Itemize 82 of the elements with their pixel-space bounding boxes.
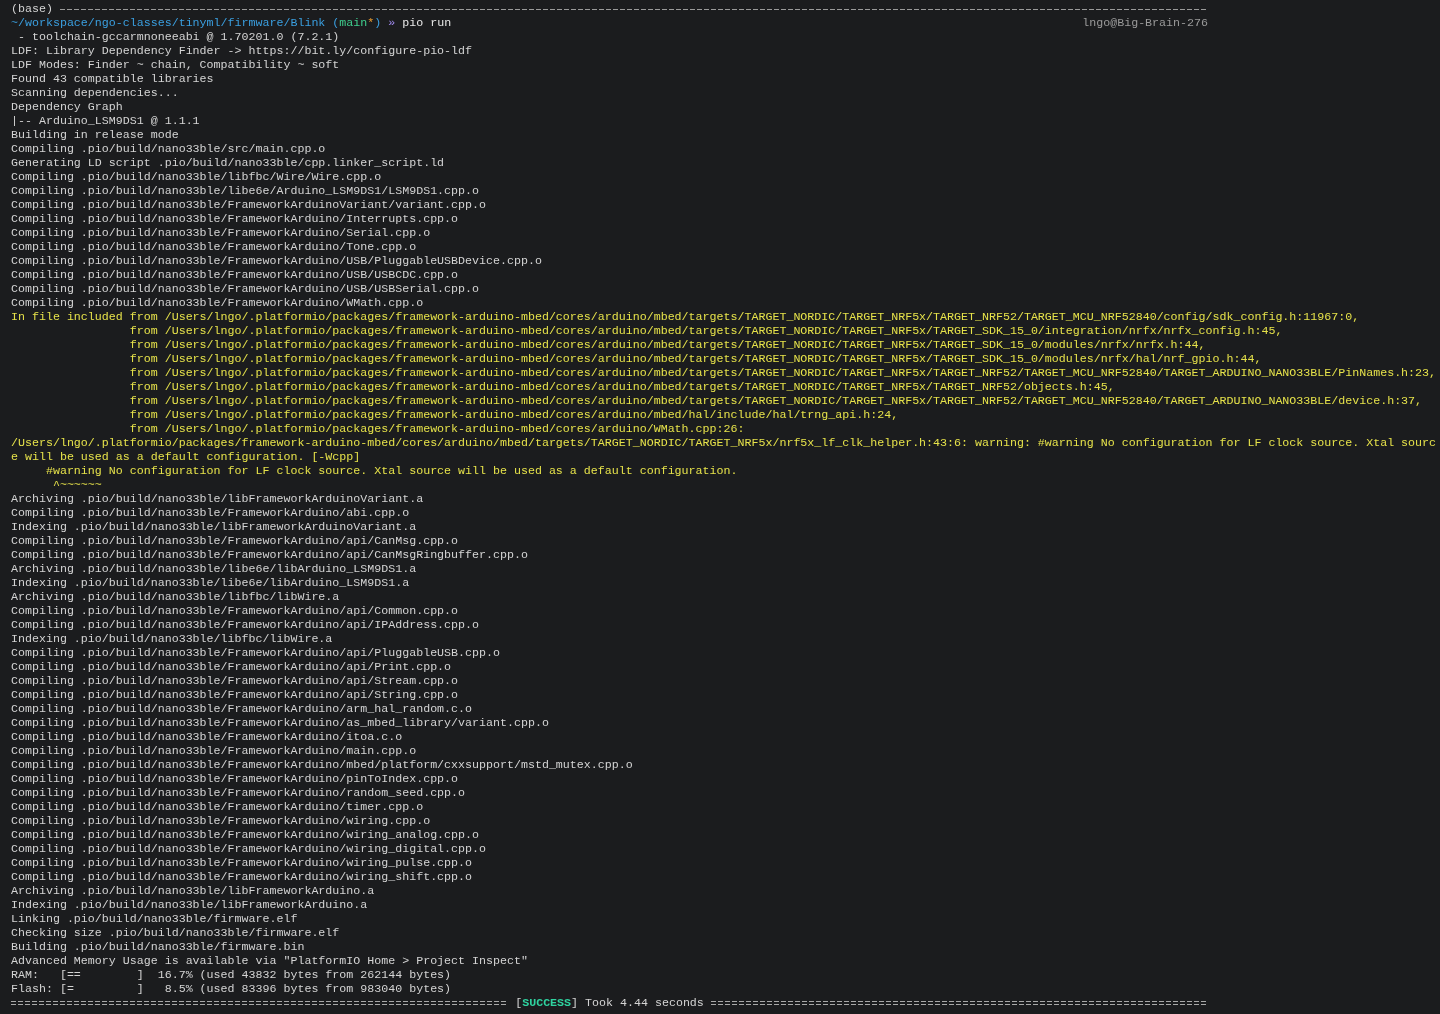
output-line: Flash: [= ] 8.5% (used 83396 bytes from 983040 bytes) <box>11 982 452 996</box>
warning-line: /Users/lngo/.platformio/packages/framework-arduino-mbed/cores/arduino/mbed/targets/TARGET_NORDIC/TARGET_NRF5x/nrf5x_lf_clk_helper.h:43:6: warning: #warning No configuration for LF clock source. Xtal sourc <box>11 436 1437 450</box>
output-line: Compiling .pio/build/nano33ble/src/main.cpp.o <box>11 142 326 156</box>
output-line: Compiling .pio/build/nano33ble/FrameworkArduino/mbed/platform/cxxsupport/mstd_mutex.cpp.o <box>11 758 633 772</box>
output-line: RAM: [== ] 16.7% (used 43832 bytes from 262144 bytes) <box>11 968 452 982</box>
output-line: Compiling .pio/build/nano33ble/FrameworkArduino/timer.cpp.o <box>11 800 424 814</box>
output-line: Compiling .pio/build/nano33ble/FrameworkArduino/api/Stream.cpp.o <box>11 674 459 688</box>
output-line: Compiling .pio/build/nano33ble/FrameworkArduino/api/IPAddress.cpp.o <box>11 618 480 632</box>
prompt-paren: ) <box>374 16 382 30</box>
success-status: SUCCESS <box>522 996 572 1010</box>
output-line: Found 43 compatible libraries <box>11 72 214 86</box>
output-line: Compiling .pio/build/nano33ble/FrameworkArduino/wiring_shift.cpp.o <box>11 870 473 884</box>
warning-line: from /Users/lngo/.platformio/packages/framework-arduino-mbed/cores/arduino/mbed/targets/TARGET_NORDIC/TARGET_NRF5x/TARGET_SDK_15_0/modules/nrfx/hal/nrf_gpio.h:44, <box>128 352 1262 366</box>
output-line: Indexing .pio/build/nano33ble/libFrameworkArduinoVariant.a <box>11 520 417 534</box>
output-line: Building in release mode <box>11 128 179 142</box>
output-line: Compiling .pio/build/nano33ble/FrameworkArduino/USB/USBCDC.cpp.o <box>11 268 459 282</box>
output-line: Compiling .pio/build/nano33ble/libe6e/Arduino_LSM9DS1/LSM9DS1.cpp.o <box>11 184 480 198</box>
warning-line: from /Users/lngo/.platformio/packages/framework-arduino-mbed/cores/arduino/mbed/targets/TARGET_NORDIC/TARGET_NRF5x/TARGET_SDK_15_0/integration/nrfx/nrfx_config.h:45, <box>128 324 1283 338</box>
output-line: Compiling .pio/build/nano33ble/libfbc/Wire/Wire.cpp.o <box>11 170 382 184</box>
output-line: Compiling .pio/build/nano33ble/FrameworkArduino/wiring_analog.cpp.o <box>11 828 480 842</box>
warning-line: In file included from /Users/lngo/.platformio/packages/framework-arduino-mbed/cores/arduino/mbed/targets/TARGET_NORDIC/TARGET_NRF5x/TARGET_NRF52/TARGET_MCU_NRF52840/config/sdk_config.h:11967:0, <box>11 310 1360 324</box>
output-line: Archiving .pio/build/nano33ble/libfbc/libWire.a <box>11 590 340 604</box>
output-line: Compiling .pio/build/nano33ble/FrameworkArduino/itoa.c.o <box>11 730 403 744</box>
warning-line: e will be used as a default configuration. [-Wcpp] <box>11 450 361 464</box>
output-line: Compiling .pio/build/nano33ble/FrameworkArduino/api/String.cpp.o <box>11 688 459 702</box>
host-name: lngo@Big-Brain-276 <box>1082 16 1208 30</box>
warning-line: from /Users/lngo/.platformio/packages/framework-arduino-mbed/cores/arduino/mbed/targets/TARGET_NORDIC/TARGET_NRF5x/TARGET_NRF52/objects.h:45, <box>128 380 1115 394</box>
output-line: Indexing .pio/build/nano33ble/libfbc/libWire.a <box>11 632 333 646</box>
output-line: Compiling .pio/build/nano33ble/FrameworkArduino/api/PluggableUSB.cpp.o <box>11 646 500 660</box>
output-line: Compiling .pio/build/nano33ble/FrameworkArduino/wiring.cpp.o <box>11 814 431 828</box>
output-line: Compiling .pio/build/nano33ble/FrameworkArduino/arm_hal_random.c.o <box>11 702 473 716</box>
output-line: Generating LD script .pio/build/nano33ble/cpp.linker_script.ld <box>11 156 445 170</box>
output-line: LDF Modes: Finder ~ chain, Compatibility ~ soft <box>11 58 340 72</box>
output-line: Compiling .pio/build/nano33ble/FrameworkArduino/api/CanMsg.cpp.o <box>11 534 459 548</box>
output-line: Compiling .pio/build/nano33ble/FrameworkArduino/as_mbed_library/variant.cpp.o <box>11 716 549 730</box>
output-line: - toolchain-gccarmnoneeabi @ 1.70201.0 (7.2.1) <box>17 30 340 44</box>
output-line: Indexing .pio/build/nano33ble/libe6e/libArduino_LSM9DS1.a <box>11 576 410 590</box>
output-line: Compiling .pio/build/nano33ble/FrameworkArduino/random_seed.cpp.o <box>11 786 466 800</box>
output-line: Compiling .pio/build/nano33ble/FrameworkArduino/USB/PluggableUSBDevice.cpp.o <box>11 254 542 268</box>
output-line: Compiling .pio/build/nano33ble/FrameworkArduino/api/Print.cpp.o <box>11 660 452 674</box>
prompt-command: pio run <box>402 16 452 30</box>
output-line: Archiving .pio/build/nano33ble/libFrameworkArduinoVariant.a <box>11 492 424 506</box>
output-line: Compiling .pio/build/nano33ble/FrameworkArduino/wiring_pulse.cpp.o <box>11 856 473 870</box>
output-line: Compiling .pio/build/nano33ble/FrameworkArduino/api/CanMsgRingbuffer.cpp.o <box>11 548 528 562</box>
branch-name: main <box>339 16 368 30</box>
prompt-paren: ( <box>332 16 340 30</box>
output-line: Dependency Graph <box>11 100 123 114</box>
output-line: Checking size .pio/build/nano33ble/firmware.elf <box>11 926 340 940</box>
output-line: Advanced Memory Usage is available via "PlatformIO Home > Project Inspect" <box>11 954 528 968</box>
output-line: Compiling .pio/build/nano33ble/FrameworkArduinoVariant/variant.cpp.o <box>11 198 486 212</box>
prompt-env: (base) <box>11 2 53 16</box>
output-line: Linking .pio/build/nano33ble/firmware.elf <box>11 912 298 926</box>
output-line: LDF: Library Dependency Finder -> https://bit.ly/configure-pio-ldf <box>11 44 473 58</box>
bracket: ] <box>571 996 579 1010</box>
output-line: Building .pio/build/nano33ble/firmware.bin <box>11 940 305 954</box>
warning-line: from /Users/lngo/.platformio/packages/framework-arduino-mbed/cores/arduino/mbed/hal/include/hal/trng_api.h:24, <box>128 408 899 422</box>
output-line: Indexing .pio/build/nano33ble/libFrameworkArduino.a <box>11 898 368 912</box>
output-line: Compiling .pio/build/nano33ble/FrameworkArduino/api/Common.cpp.o <box>11 604 459 618</box>
output-line: Compiling .pio/build/nano33ble/FrameworkArduino/abi.cpp.o <box>11 506 410 520</box>
warning-line: from /Users/lngo/.platformio/packages/framework-arduino-mbed/cores/arduino/mbed/targets/TARGET_NORDIC/TARGET_NRF5x/TARGET_NRF52/TARGET_MCU_NRF52840/TARGET_ARDUINO_NANO33BLE/device.h:37, <box>128 394 1423 408</box>
output-line: Compiling .pio/build/nano33ble/FrameworkArduino/Serial.cpp.o <box>11 226 431 240</box>
prompt-arrow: » <box>388 16 396 30</box>
warning-line: from /Users/lngo/.platformio/packages/framework-arduino-mbed/cores/arduino/mbed/targets/TARGET_NORDIC/TARGET_NRF5x/TARGET_NRF52/TARGET_MCU_NRF52840/TARGET_ARDUINO_NANO33BLE/PinNames.h:23, <box>128 366 1437 380</box>
dirty-marker: * <box>367 16 375 30</box>
output-line: Scanning dependencies... <box>11 86 179 100</box>
warning-line: #warning No configuration for LF clock source. Xtal source will be used as a default configuration. <box>44 464 738 478</box>
output-line: Compiling .pio/build/nano33ble/FrameworkArduino/pinToIndex.cpp.o <box>11 772 459 786</box>
bracket: [ <box>515 996 523 1010</box>
output-line: Compiling .pio/build/nano33ble/FrameworkArduino/WMath.cpp.o <box>11 296 424 310</box>
output-line: Compiling .pio/build/nano33ble/FrameworkArduino/wiring_digital.cpp.o <box>11 842 486 856</box>
warning-line: from /Users/lngo/.platformio/packages/framework-arduino-mbed/cores/arduino/mbed/targets/TARGET_NORDIC/TARGET_NRF5x/TARGET_SDK_15_0/modules/nrfx/nrfx.h:44, <box>128 338 1206 352</box>
output-line: Compiling .pio/build/nano33ble/FrameworkArduino/Interrupts.cpp.o <box>11 212 459 226</box>
output-line: Archiving .pio/build/nano33ble/libe6e/libArduino_LSM9DS1.a <box>11 562 417 576</box>
warning-line: ^~~~~~~ <box>51 478 102 492</box>
output-line: Compiling .pio/build/nano33ble/FrameworkArduino/main.cpp.o <box>11 744 417 758</box>
prompt-path: ~/workspace/ngo-classes/tinyml/firmware/Blink <box>11 16 326 30</box>
warning-line: from /Users/lngo/.platformio/packages/framework-arduino-mbed/cores/arduino/WMath.cpp:26: <box>128 422 745 436</box>
output-line: Compiling .pio/build/nano33ble/FrameworkArduino/USB/USBSerial.cpp.o <box>11 282 480 296</box>
output-line: Archiving .pio/build/nano33ble/libFrameworkArduino.a <box>11 884 375 898</box>
duration-text: Took 4.44 seconds <box>585 996 704 1010</box>
output-line: Compiling .pio/build/nano33ble/FrameworkArduino/Tone.cpp.o <box>11 240 417 254</box>
output-line: |-- Arduino_LSM9DS1 @ 1.1.1 <box>11 114 200 128</box>
